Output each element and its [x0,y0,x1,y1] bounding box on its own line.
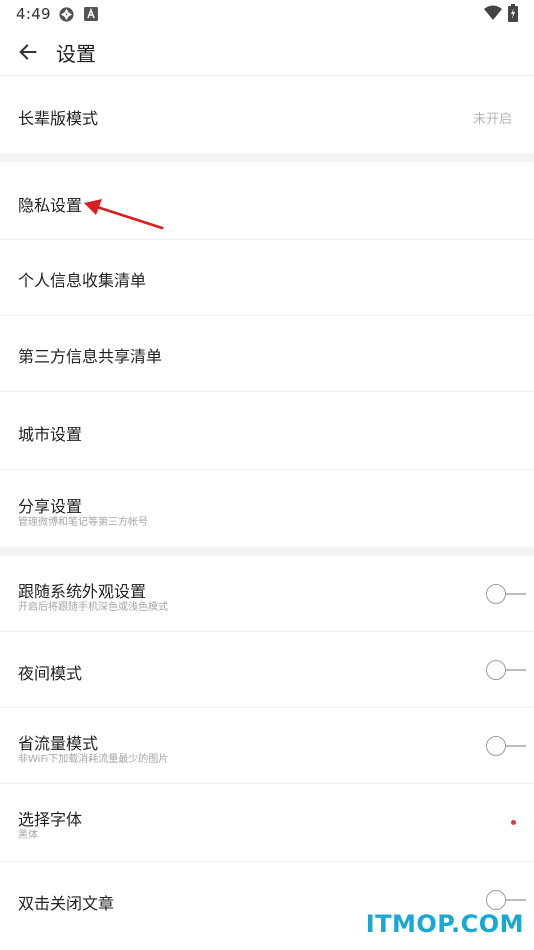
setting-night-mode[interactable]: 夜间模式 [0,632,534,708]
night-mode-toggle[interactable] [486,660,526,680]
setting-font[interactable]: 选择字体 黑体 [0,784,534,862]
setting-label: 双击关闭文章 [18,894,115,913]
new-badge-dot [511,820,516,825]
double-tap-close-toggle[interactable] [486,890,526,910]
aperture-icon [59,7,74,22]
setting-label: 第三方信息共享清单 [18,347,163,366]
toggle-knob [486,584,506,604]
toggle-knob [486,890,506,910]
setting-share[interactable]: 分享设置 管理微博和笔记等第三方帐号 [0,470,534,547]
toggle-knob [486,660,506,680]
follow-system-toggle[interactable] [486,584,526,604]
data-saver-toggle[interactable] [486,736,526,756]
app-bar: 设置 [0,28,534,76]
setting-elder-mode[interactable]: 长辈版模式 未开启 [0,77,534,153]
back-button[interactable] [10,34,46,70]
setting-subtitle: 黑体 [18,830,38,841]
setting-subtitle: 管理微博和笔记等第三方帐号 [18,517,148,528]
setting-city[interactable]: 城市设置 [0,392,534,470]
setting-label: 城市设置 [18,425,83,444]
setting-label: 个人信息收集清单 [18,271,147,290]
wifi-icon [484,5,502,20]
arrow-left-icon [19,44,37,60]
setting-third-party-list[interactable]: 第三方信息共享清单 [0,316,534,392]
setting-personal-info-list[interactable]: 个人信息收集清单 [0,240,534,316]
page-title: 设置 [56,42,96,66]
setting-subtitle: 开启后将跟随手机深色或浅色模式 [18,602,168,613]
section-divider [0,547,534,556]
font-a-icon [84,7,98,21]
setting-value: 未开启 [472,112,512,127]
setting-label: 长辈版模式 [18,109,99,128]
setting-label: 隐私设置 [18,196,83,215]
battery-charging-icon [508,4,518,22]
setting-label: 夜间模式 [18,664,83,683]
setting-subtitle: 非WiFi下加载消耗流量最少的图片 [18,754,169,765]
watermark: ITMOP.COM [365,910,524,938]
annotation-arrow [84,199,164,230]
setting-data-saver[interactable]: 省流量模式 非WiFi下加载消耗流量最少的图片 [0,708,534,784]
status-time: 4:49 [16,5,51,23]
setting-follow-system[interactable]: 跟随系统外观设置 开启后将跟随手机深色或浅色模式 [0,556,534,632]
toggle-knob [486,736,506,756]
section-divider [0,153,534,162]
status-bar: 4:49 [0,0,534,28]
